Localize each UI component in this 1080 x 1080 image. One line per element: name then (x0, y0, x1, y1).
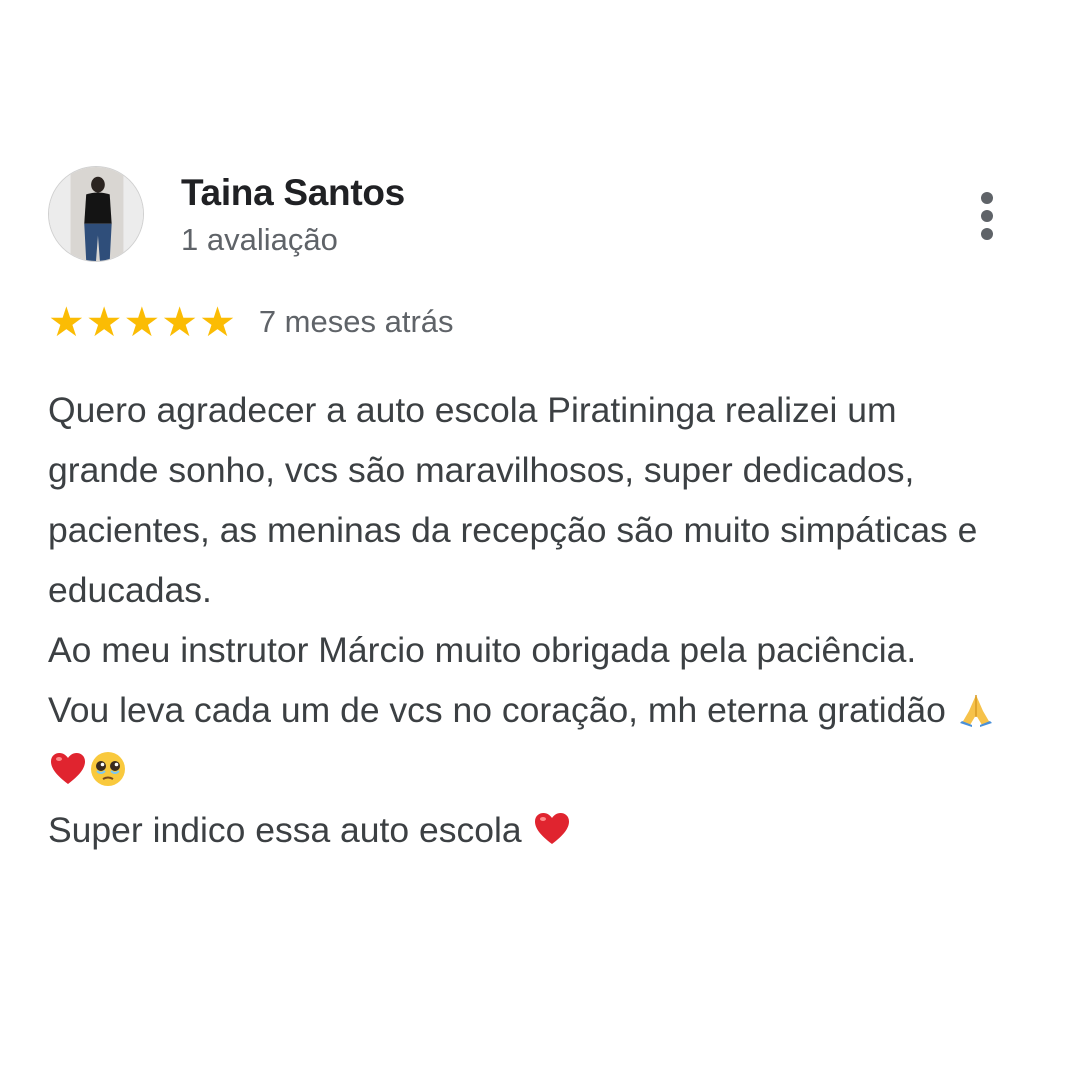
review-paragraph-1: Quero agradecer a auto escola Piratining… (48, 390, 978, 610)
more-vertical-icon (981, 192, 993, 204)
folded-hands-icon (956, 689, 996, 729)
star-icon: ★ (48, 298, 85, 346)
star-rating: ★ ★ ★ ★ ★ (48, 300, 237, 344)
star-icon: ★ (161, 298, 199, 346)
star-icon: ★ (123, 298, 161, 346)
author-name[interactable]: Taina Santos (181, 172, 405, 214)
review-date: 7 meses atrás (258, 304, 454, 339)
star-icon: ★ (85, 298, 123, 346)
rating-row: ★ ★ ★ ★ ★ 7 meses atrás (48, 300, 454, 344)
star-icon: ★ (199, 298, 236, 346)
review-paragraph-2: Ao meu instrutor Márcio muito obrigada p… (48, 630, 917, 670)
avatar[interactable] (48, 166, 144, 262)
review-header: Taina Santos 1 avaliação (48, 166, 1008, 266)
review-text: Quero agradecer a auto escola Piratining… (48, 380, 1008, 860)
review-card: Taina Santos 1 avaliação ★ ★ ★ ★ ★ 7 meses a… (48, 166, 1008, 850)
more-options-button[interactable] (968, 186, 1008, 246)
author-review-count: 1 avaliação (181, 222, 338, 257)
review-paragraph-3: Vou leva cada um de vcs no coração, mh e… (48, 690, 946, 730)
red-heart-icon (48, 749, 88, 789)
red-heart-icon (532, 809, 572, 849)
avatar-photo (49, 167, 143, 261)
teary-face-icon (88, 749, 128, 789)
review-paragraph-4: Super indico essa auto escola (48, 810, 522, 850)
